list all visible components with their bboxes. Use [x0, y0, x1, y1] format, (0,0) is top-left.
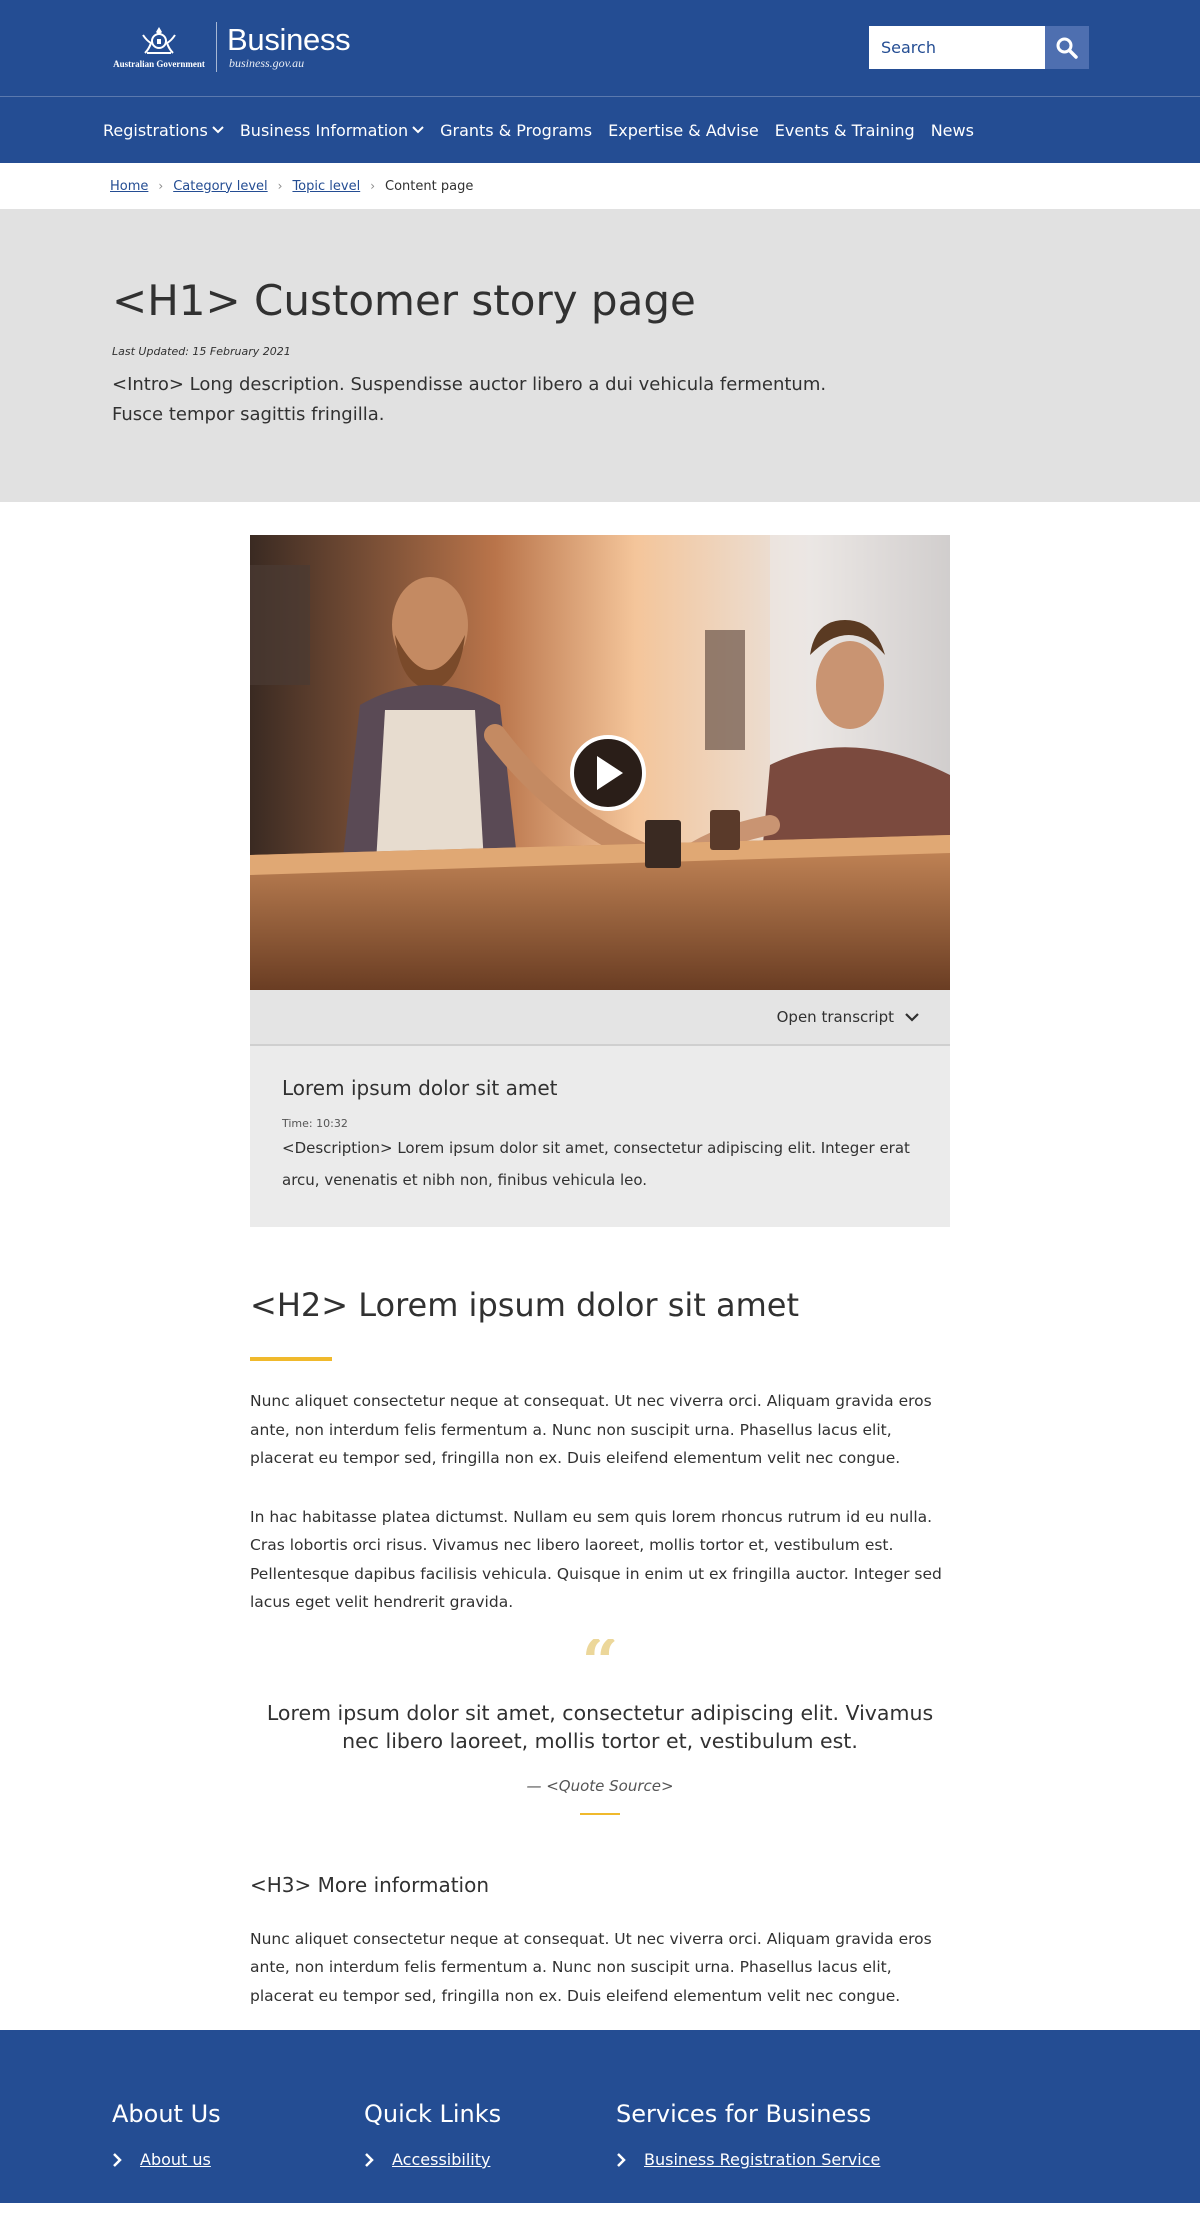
- brand-url: business.gov.au: [229, 55, 305, 70]
- video-time: Time: 10:32: [282, 1117, 348, 1130]
- subsection-heading: <H3> More information: [250, 1872, 490, 1897]
- search-input[interactable]: [869, 26, 1045, 69]
- nav-item-registrations[interactable]: Registrations: [103, 121, 224, 140]
- play-icon: [597, 756, 623, 790]
- crest-icon: [142, 27, 176, 54]
- main-content: Open transcript Lorem ipsum dolor sit am…: [250, 535, 950, 2010]
- nav-item-label: Registrations: [103, 120, 208, 140]
- body-paragraph: Nunc aliquet consectetur neque at conseq…: [250, 1392, 932, 1467]
- play-button[interactable]: [570, 735, 646, 811]
- search-button[interactable]: [1045, 26, 1089, 69]
- nav-item-label: News: [930, 120, 974, 140]
- footer-link-about-us[interactable]: About us: [140, 2150, 211, 2169]
- quote-divider: [580, 1812, 620, 1815]
- nav-item-business-information[interactable]: Business Information: [240, 121, 424, 140]
- nav-item-grants-programs[interactable]: Grants & Programs: [440, 121, 592, 140]
- brand: Business business.gov.au: [227, 21, 351, 71]
- breadcrumb-link-category[interactable]: Category level: [173, 179, 267, 194]
- main-nav: Registrations Business Information Grant…: [0, 96, 1200, 163]
- footer-link-row: About us: [112, 2150, 364, 2169]
- open-transcript-button[interactable]: Open transcript: [250, 990, 950, 1046]
- intro-text: <Intro> Long description. Suspendisse au…: [112, 374, 827, 425]
- section-heading: <H2> Lorem ipsum dolor sit amet: [250, 1286, 800, 1324]
- footer-link-row: Accessibility: [364, 2150, 616, 2169]
- crest-text: Australian Government: [113, 59, 205, 69]
- logo-divider: [216, 22, 217, 72]
- nav-item-label: Business Information: [239, 120, 409, 140]
- video-details: Lorem ipsum dolor sit amet Time: 10:32 <…: [250, 1046, 950, 1227]
- quote-text: Lorem ipsum dolor sit amet, consectetur …: [266, 1700, 934, 1753]
- chevron-down-icon: [212, 126, 224, 134]
- nav-item-expertise-advise[interactable]: Expertise & Advise: [608, 121, 759, 140]
- chevron-right-icon: [617, 2152, 626, 2167]
- site-header: Australian Government Business business.…: [0, 0, 1200, 96]
- nav-item-label: Grants & Programs: [440, 120, 593, 140]
- chevron-right-icon: ›: [370, 179, 376, 193]
- breadcrumb-link-topic[interactable]: Topic level: [292, 179, 360, 194]
- quote-source: — <Quote Source>: [526, 1776, 674, 1795]
- footer-column-services: Services for Business Business Registrat…: [616, 2100, 880, 2203]
- footer-heading: Quick Links: [364, 2100, 502, 2128]
- video-title: Lorem ipsum dolor sit amet: [282, 1076, 558, 1100]
- body-paragraph: Nunc aliquet consectetur neque at conseq…: [250, 1929, 932, 2005]
- government-crest: Australian Government: [112, 22, 206, 72]
- chevron-right-icon: ›: [158, 179, 164, 193]
- video-description: <Description> Lorem ipsum dolor sit amet…: [282, 1139, 910, 1189]
- nav-item-events-training[interactable]: Events & Training: [775, 121, 915, 140]
- nav-item-label: Expertise & Advise: [608, 120, 759, 140]
- last-updated: Last Updated: 15 February 2021: [112, 345, 291, 358]
- footer-link-row: Business Registration Service: [616, 2150, 880, 2169]
- site-logo[interactable]: Australian Government Business business.…: [112, 21, 351, 72]
- chevron-right-icon: [365, 2152, 374, 2167]
- pull-quote: “ Lorem ipsum dolor sit amet, consectetu…: [250, 1639, 950, 1815]
- breadcrumb-link-home[interactable]: Home: [110, 179, 148, 194]
- quote-icon: “: [581, 1638, 619, 1677]
- footer-link-accessibility[interactable]: Accessibility: [392, 2150, 490, 2169]
- search-icon: [1056, 37, 1078, 59]
- footer-link-business-registration[interactable]: Business Registration Service: [644, 2150, 880, 2169]
- page-title: <H1> Customer story page: [112, 276, 696, 325]
- chevron-down-icon: [412, 126, 424, 134]
- video-player[interactable]: [250, 535, 950, 990]
- footer-heading: Services for Business: [616, 2100, 872, 2128]
- hero: <H1> Customer story page Last Updated: 1…: [0, 209, 1200, 502]
- chevron-down-icon: [905, 1013, 919, 1022]
- nav-item-news[interactable]: News: [931, 121, 974, 140]
- brand-name: Business: [227, 21, 351, 57]
- footer-column-about: About Us About us: [112, 2100, 364, 2203]
- site-footer: About Us About us Quick Links Accessibil…: [0, 2030, 1200, 2203]
- footer-heading: About Us: [112, 2100, 221, 2128]
- footer-column-quick-links: Quick Links Accessibility: [364, 2100, 616, 2203]
- transcript-toggle-label: Open transcript: [776, 1008, 894, 1026]
- chevron-right-icon: [113, 2152, 122, 2167]
- heading-underline: [250, 1357, 332, 1361]
- body-paragraph: In hac habitasse platea dictumst. Nullam…: [250, 1507, 942, 1612]
- chevron-right-icon: ›: [277, 179, 283, 193]
- nav-item-label: Events & Training: [774, 120, 915, 140]
- search-box: [869, 26, 1089, 69]
- breadcrumb-current: Content page: [385, 178, 474, 194]
- breadcrumb: Home › Category level › Topic level › Co…: [0, 163, 1200, 209]
